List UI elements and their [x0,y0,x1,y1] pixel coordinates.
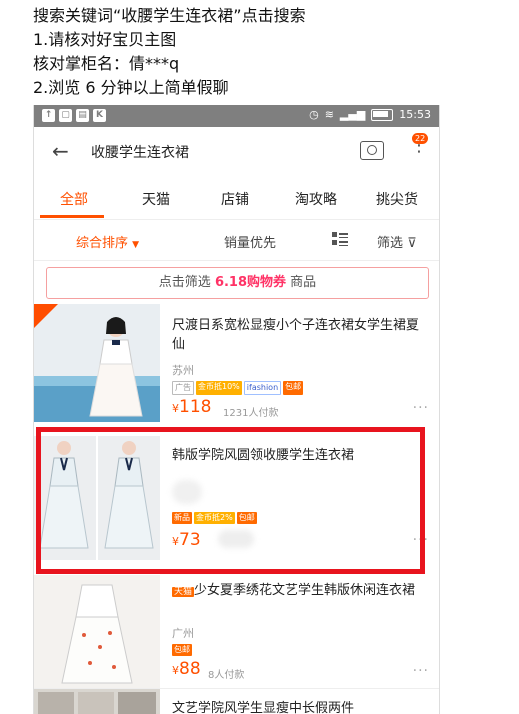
blurred-area [172,480,202,504]
price-currency: ¥ [172,664,179,677]
hot-badge [34,304,58,328]
sort-sales[interactable]: 销量优先 [224,232,276,251]
battery-icon [371,108,394,121]
tab-guides[interactable]: 淘攻略 [295,189,337,209]
highlight-box [36,427,425,574]
free-shipping-tag: 包邮 [172,644,192,656]
product-location: 广州 [172,627,194,640]
price-value: 88 [179,659,201,679]
camera-icon[interactable] [360,141,384,160]
product-title: 天猫 少女夏季绣花文艺学生韩版休闲连衣裙 [172,581,424,600]
blurred-area [218,530,254,548]
category-tabs: 全部 天猫 店铺 淘攻略 挑尖货 [34,177,439,220]
filter-label: 筛选 [377,236,404,251]
app-icon: ▢ [59,109,72,122]
instruction-line-1: 搜索关键词“收腰学生连衣裙”点击搜索 [33,6,306,25]
coupon-suffix: 商品 [290,275,317,290]
wifi-icon: ≋ [324,108,334,121]
product-title: 文艺学院风学生显瘦中长假两件 [172,701,355,714]
product-location: 苏州 [172,364,194,377]
coin-discount-tag: 金币抵10% [196,381,242,395]
filter-button[interactable]: 筛选 ⊽ [377,232,417,251]
clock: 15:53 [399,108,431,121]
status-bar: ↑ ▢ ▤ K ◷ ≋ ▂▄▆ 15:53 [34,105,439,127]
product-image [34,575,160,693]
more-options-icon[interactable]: ··· [413,400,429,416]
ifashion-tag: ifashion [243,381,282,395]
search-bar: ← 收腰学生连衣裙 ⋮ 22 [34,127,439,177]
product-tags: 包邮 [172,644,192,656]
list-grid-toggle-icon[interactable] [332,232,348,246]
tmall-tag: 天猫 [172,587,195,597]
back-arrow-icon[interactable]: ← [52,139,69,163]
sort-bar: 综合排序 ▼ 销量优先 筛选 ⊽ [34,220,439,261]
instruction-line-4: 2.浏览 6 分钟以上简单假聊 [33,78,229,97]
free-shipping-tag: 包邮 [283,381,304,395]
k-icon: K [93,109,106,122]
notification-icon: ↑ [42,109,55,122]
product-price: ¥88 [172,659,201,679]
sold-count: 1231人付款 [223,408,279,419]
caret-down-icon: ▼ [132,240,140,250]
instruction-line-2: 1.请核对好宝贝主图 [33,30,177,49]
product-title: 尺渡日系宽松显瘦小个子连衣裙女学生裙夏仙 [172,318,420,352]
product-title-text: 少女夏季绣花文艺学生韩版休闲连衣裙 [194,583,416,598]
tab-tmall[interactable]: 天猫 [142,189,170,209]
price-currency: ¥ [172,402,179,415]
coupon-highlight: 6.18购物券 [214,275,287,290]
funnel-icon: ⊽ [407,236,417,251]
product-price: ¥118 [172,397,211,417]
phone-screen: ↑ ▢ ▤ K ◷ ≋ ▂▄▆ 15:53 ← 收腰学生连衣裙 ⋮ 22 全部 … [33,105,440,714]
signal-icon: ▂▄▆ [339,108,366,121]
product-image [34,689,160,714]
active-tab-indicator [40,215,104,218]
alarm-icon: ◷ [309,108,319,121]
price-value: 118 [179,397,212,417]
sort-comprehensive-label: 综合排序 [76,236,129,251]
ad-tag: 广告 [172,381,194,395]
sort-comprehensive[interactable]: 综合排序 ▼ [76,232,139,251]
tab-premium[interactable]: 挑尖货 [376,189,418,209]
product-item[interactable]: 天猫 少女夏季绣花文艺学生韩版休闲连衣裙 广州 包邮 ¥88 8人付款 ··· [34,575,439,695]
sold-count: 8人付款 [208,670,245,681]
coupon-prefix: 点击筛选 [158,275,211,290]
tab-all[interactable]: 全部 [60,189,88,209]
instruction-line-3: 核对掌柜名：倩***q [33,54,180,73]
product-item[interactable]: 尺渡日系宽松显瘦小个子连衣裙女学生裙夏仙 苏州 广告 金币抵10% ifashi… [34,304,439,424]
more-options-icon[interactable]: ··· [413,663,429,679]
search-input[interactable]: 收腰学生连衣裙 [91,142,189,162]
product-item[interactable]: 文艺学院风学生显瘦中长假两件 [34,688,439,714]
tab-stores[interactable]: 店铺 [221,189,249,209]
image-icon: ▤ [76,109,89,122]
message-badge: 22 [412,133,429,144]
product-tags: 广告 金币抵10% ifashion 包邮 [172,381,304,395]
coupon-filter-banner[interactable]: 点击筛选 6.18购物券 商品 [46,267,429,299]
